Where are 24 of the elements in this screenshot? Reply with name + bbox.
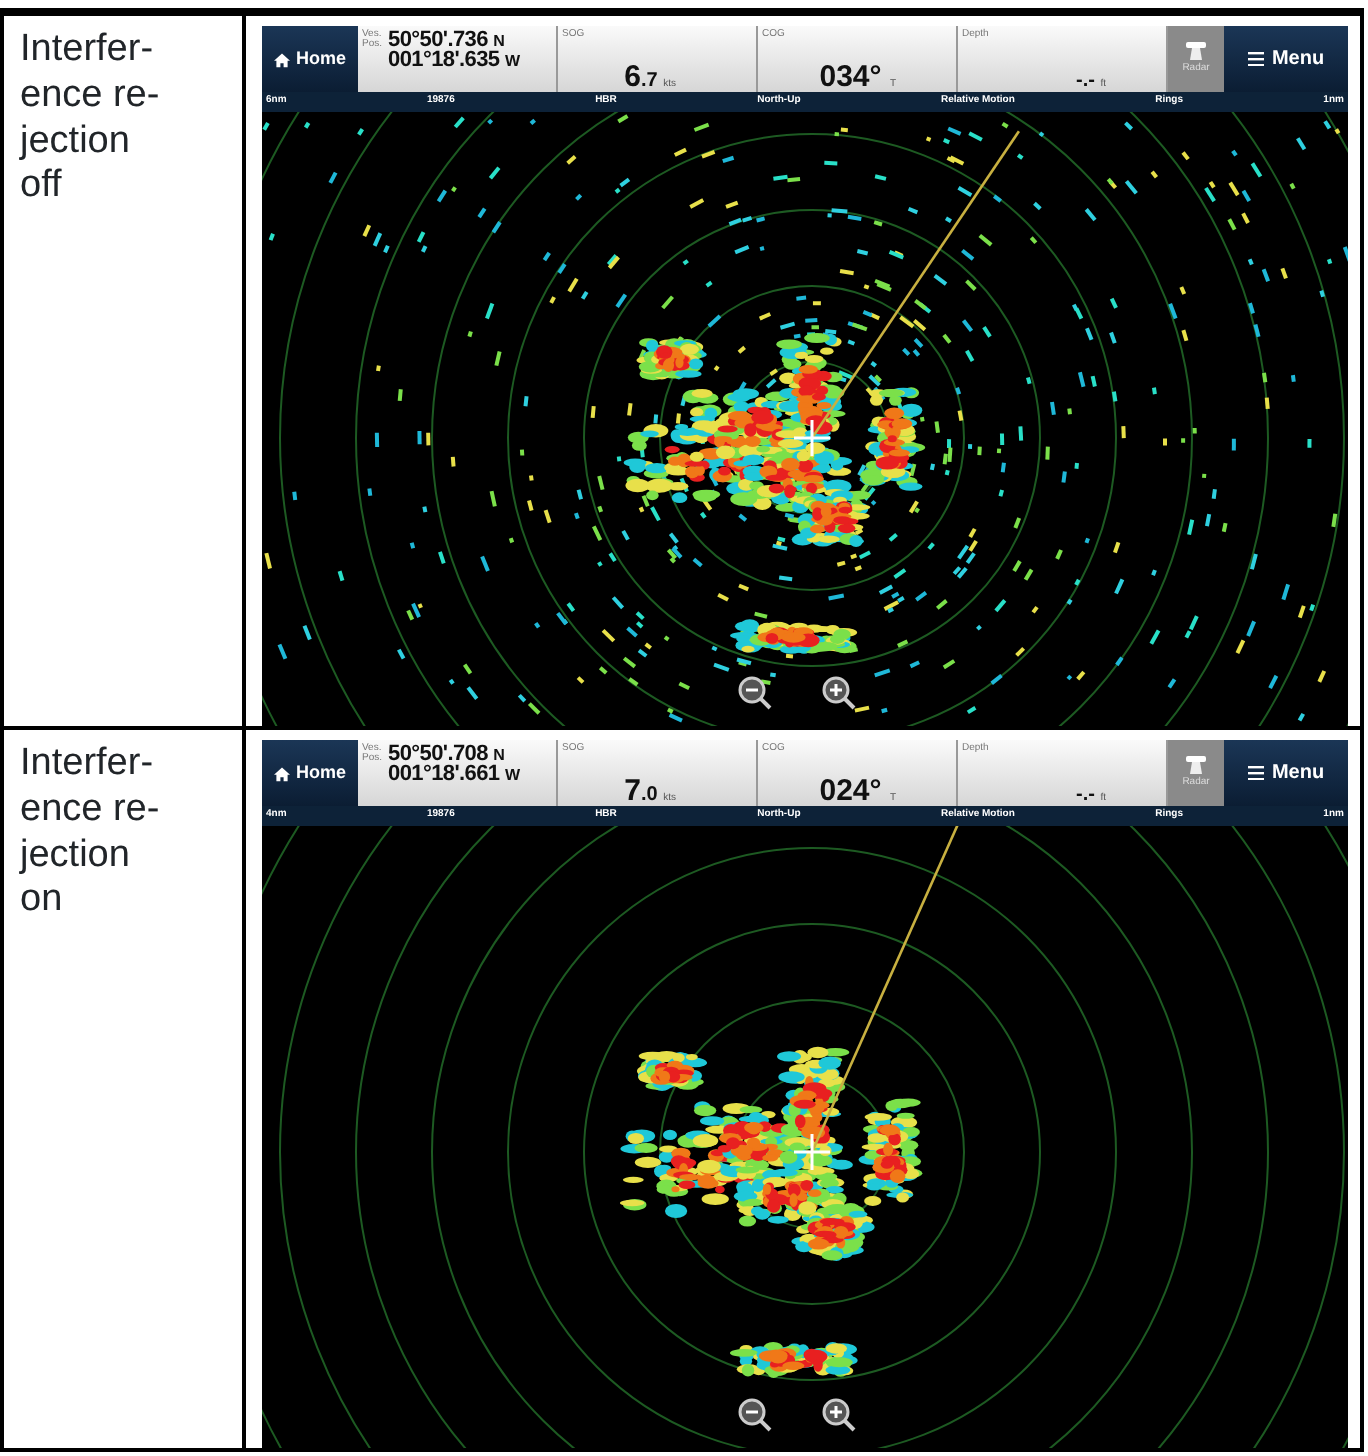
home-icon (273, 51, 290, 67)
radar-echo-drawing (730, 619, 858, 654)
home-button[interactable]: Home (262, 740, 358, 806)
zoom-out-icon[interactable] (738, 676, 772, 710)
latitude-value: 50°50'.708 N (388, 744, 507, 765)
row-label: Interfer-ence re-jection off (20, 28, 160, 211)
menu-icon (1247, 52, 1264, 66)
longitude-value: 001°18'.635 W (388, 50, 520, 72)
radar-scanner-icon (1184, 40, 1208, 63)
longitude-value: 001°18'.661 W (388, 764, 520, 786)
latitude-value: 50°50'.736 N (388, 30, 507, 51)
row-label: Interfer-ence re-jection on (20, 742, 160, 925)
menu-button[interactable]: Menu (1224, 26, 1348, 92)
vessel-cross-icon (792, 418, 832, 458)
radar-scanner-icon (1184, 754, 1208, 777)
home-icon (273, 765, 290, 781)
vessel-cross-icon (792, 1132, 832, 1172)
zoom-out-icon[interactable] (738, 1398, 772, 1432)
zoom-in-icon[interactable] (822, 1398, 856, 1432)
menu-button[interactable]: Menu (1224, 740, 1348, 806)
radar-echo-drawing (729, 1341, 858, 1378)
menu-icon (1247, 766, 1264, 780)
zoom-in-icon[interactable] (822, 676, 856, 710)
home-button[interactable]: Home (262, 26, 358, 92)
